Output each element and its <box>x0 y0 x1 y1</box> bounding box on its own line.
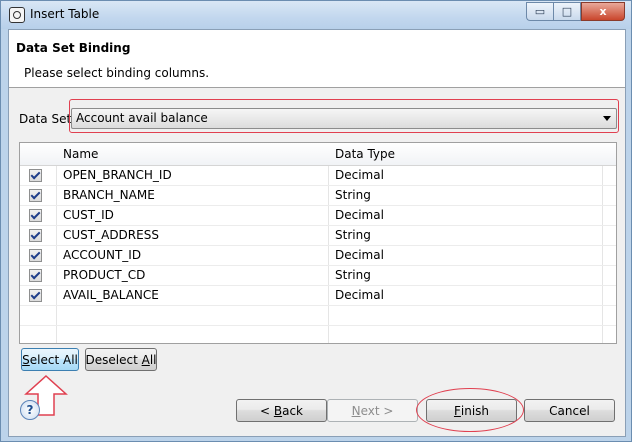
table-row[interactable]: AVAIL_BALANCE Decimal <box>20 285 616 306</box>
cell-name: PRODUCT_CD <box>63 268 146 282</box>
row-checkbox[interactable] <box>29 269 42 282</box>
insert-table-dialog: Insert Table ▭ □ x Data Set Binding Plea… <box>0 0 632 442</box>
select-all-button[interactable]: Select All <box>21 348 79 371</box>
cell-data-type: Decimal <box>335 248 384 262</box>
dialog-body: Data Set Binding Please select binding c… <box>8 29 626 437</box>
maximize-button[interactable]: □ <box>553 2 581 21</box>
dataset-combo-value: Account avail balance <box>76 111 208 125</box>
table-row-empty <box>20 305 616 326</box>
cell-data-type: String <box>335 188 371 202</box>
binding-columns-table[interactable]: Name Data Type OPEN_BRANCH_ID Decimal BR… <box>19 142 617 344</box>
table-row[interactable]: PRODUCT_CD String <box>20 265 616 286</box>
cell-name: BRANCH_NAME <box>63 188 155 202</box>
table-header: Name Data Type <box>20 143 616 166</box>
back-label: ack <box>282 403 303 418</box>
table-row[interactable]: CUST_ADDRESS String <box>20 225 616 246</box>
cell-data-type: Decimal <box>335 208 384 222</box>
page-title: Data Set Binding <box>16 41 131 55</box>
back-mnemonic: B <box>273 403 283 418</box>
question-icon[interactable]: ? <box>20 400 40 420</box>
row-checkbox[interactable] <box>29 249 42 262</box>
cell-data-type: Decimal <box>335 168 384 182</box>
cancel-label: Cancel <box>549 403 590 418</box>
back-button[interactable]: < Back <box>236 399 327 422</box>
table-row[interactable]: BRANCH_NAME String <box>20 185 616 206</box>
back-label-pre: < <box>259 403 274 418</box>
close-icon: x <box>599 5 607 18</box>
row-checkbox[interactable] <box>29 229 42 242</box>
deselect-all-label: ll <box>149 352 157 367</box>
finish-highlight-annotation <box>416 388 524 432</box>
next-button[interactable]: Next > <box>327 399 418 422</box>
close-button[interactable]: x <box>581 2 625 21</box>
cell-name: AVAIL_BALANCE <box>63 288 159 302</box>
minimize-icon: ▭ <box>534 5 546 18</box>
cell-name: OPEN_BRANCH_ID <box>63 168 172 182</box>
select-all-mnemonic: S <box>22 352 30 367</box>
select-all-label: elect All <box>29 352 78 367</box>
deselect-all-label-pre: Deselect <box>85 352 142 367</box>
wizard-header: Data Set Binding Please select binding c… <box>9 30 625 88</box>
dataset-label: Data Set: <box>19 112 76 126</box>
window-title: Insert Table <box>30 7 100 21</box>
column-header-data-type[interactable]: Data Type <box>335 147 395 161</box>
chevron-down-icon <box>603 116 611 121</box>
cell-name: CUST_ID <box>63 208 114 222</box>
cell-data-type: Decimal <box>335 288 384 302</box>
row-checkbox[interactable] <box>29 169 42 182</box>
cell-name: CUST_ADDRESS <box>63 228 159 242</box>
next-label: ext > <box>360 403 394 418</box>
deselect-all-button[interactable]: Deselect All <box>85 348 157 371</box>
cancel-button[interactable]: Cancel <box>524 399 615 422</box>
cell-data-type: String <box>335 268 371 282</box>
app-icon <box>9 7 25 23</box>
title-bar[interactable]: Insert Table ▭ □ x <box>1 1 631 29</box>
minimize-button[interactable]: ▭ <box>526 2 553 21</box>
table-row[interactable]: OPEN_BRANCH_ID Decimal <box>20 165 616 186</box>
row-checkbox[interactable] <box>29 209 42 222</box>
row-checkbox[interactable] <box>29 289 42 302</box>
column-header-name[interactable]: Name <box>63 147 98 161</box>
help-glyph: ? <box>26 403 34 417</box>
row-checkbox[interactable] <box>29 189 42 202</box>
cell-name: ACCOUNT_ID <box>63 248 142 262</box>
cell-data-type: String <box>335 228 371 242</box>
deselect-all-mnemonic: A <box>141 352 150 367</box>
caption-buttons: ▭ □ x <box>526 2 625 21</box>
next-mnemonic: N <box>351 403 361 418</box>
dataset-combo[interactable]: Account avail balance <box>71 108 617 129</box>
page-message: Please select binding columns. <box>24 66 210 80</box>
maximize-icon: □ <box>561 5 573 18</box>
table-row[interactable]: CUST_ID Decimal <box>20 205 616 226</box>
table-row[interactable]: ACCOUNT_ID Decimal <box>20 245 616 266</box>
